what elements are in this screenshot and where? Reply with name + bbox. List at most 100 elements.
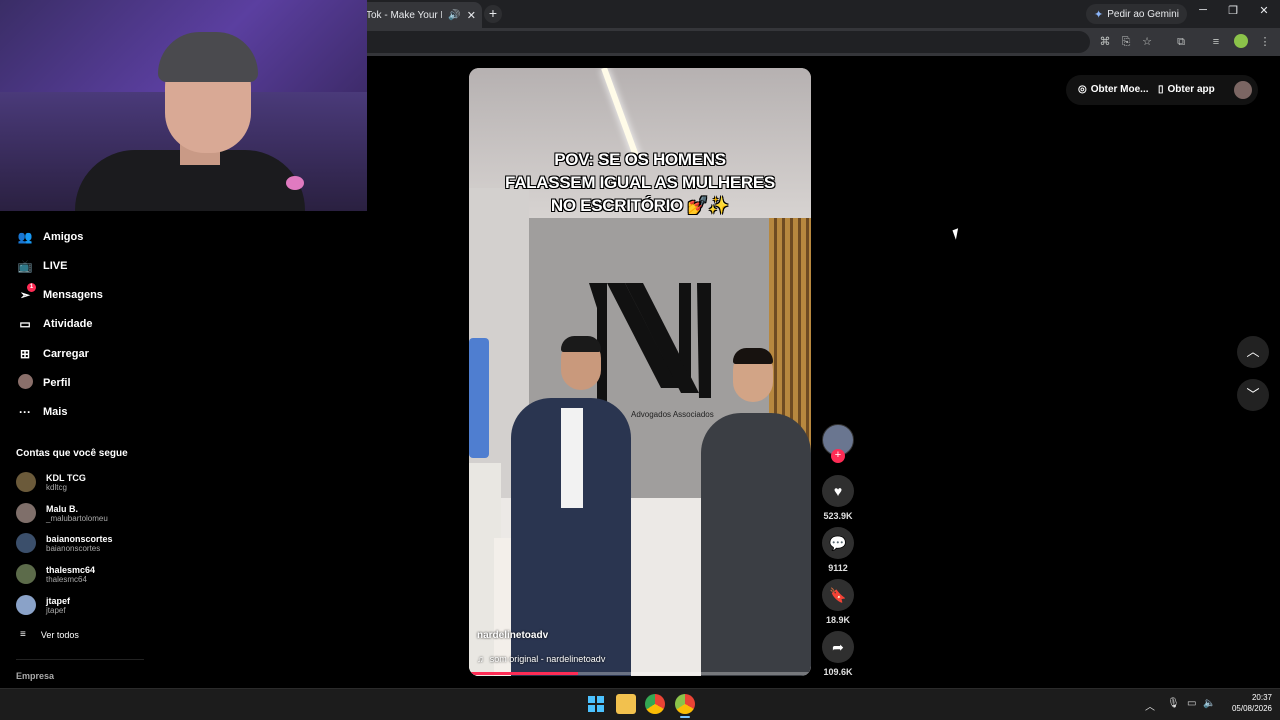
menu-icon[interactable]: ⋮ [1257, 34, 1273, 50]
sidebar-item-label: Amigos [43, 231, 84, 243]
account-name: baianonscortes [46, 533, 113, 544]
get-coins-button[interactable]: ◎ Obter Moe... [1078, 84, 1149, 95]
video-water-jug [469, 338, 489, 458]
share-icon: ➦ [832, 639, 844, 655]
taskbar [0, 688, 1280, 720]
video-person-right-hair [733, 348, 773, 364]
following-account[interactable]: Malu B. _malubartolomeu [16, 501, 108, 525]
save-count: 18.9K [825, 615, 851, 625]
windows-start-icon[interactable] [588, 696, 604, 712]
sidebar-item-label: Mais [43, 406, 68, 418]
volume-icon[interactable]: 🔈 [1203, 698, 1215, 709]
sidebar-item-profile[interactable]: Perfil [16, 373, 71, 393]
clock-time: 20:37 [1251, 693, 1272, 702]
audio-icon[interactable]: 🔊 [448, 10, 460, 21]
messages-badge: 1 [27, 283, 36, 292]
install-icon[interactable]: ⎘ [1118, 34, 1134, 50]
network-icon[interactable]: ▭ [1187, 698, 1196, 709]
comment-count: 9112 [828, 563, 848, 573]
follow-plus-icon[interactable]: + [831, 449, 845, 463]
chrome-profile-icon[interactable] [675, 694, 695, 714]
live-icon: 📺 [17, 259, 33, 273]
extension-avatar-icon[interactable] [1234, 34, 1248, 48]
following-section-title: Contas que você segue [16, 448, 128, 459]
webcam-overlay [0, 0, 367, 211]
address-bar[interactable] [340, 31, 1090, 53]
extensions-icon[interactable]: ⧉ [1173, 34, 1189, 50]
file-explorer-icon[interactable] [616, 694, 636, 714]
gemini-button[interactable]: ✦ Pedir ao Gemini [1086, 4, 1187, 24]
sidebar-item-label: Perfil [43, 377, 71, 389]
restore-icon[interactable]: ❐ [1223, 4, 1243, 17]
get-coins-label: Obter Moe... [1090, 84, 1149, 95]
firm-name-text: Advogados Associados [631, 410, 714, 419]
caption-line: FALASSEM IGUAL AS MULHERES [505, 173, 775, 192]
following-account[interactable]: thalesmc64 thalesmc64 [16, 562, 95, 586]
video-author-link[interactable]: nardelinetoadv [477, 630, 548, 641]
following-account[interactable]: KDL TCG kdltcg [16, 470, 86, 494]
get-app-button[interactable]: ▯ Obter app [1158, 84, 1215, 95]
account-name: Malu B. [46, 503, 79, 514]
user-avatar[interactable] [1234, 81, 1252, 99]
video-person-left-shirt [561, 408, 583, 508]
following-account[interactable]: jtapef jtapef [16, 593, 70, 617]
see-all-button[interactable]: ≡ Ver todos [20, 629, 79, 640]
close-icon[interactable]: ✕ [467, 9, 476, 22]
sidebar-item-upload[interactable]: ⊞ Carregar [16, 344, 89, 364]
share-count: 109.6K [823, 667, 853, 677]
video-progress-bar[interactable] [469, 672, 811, 675]
sidebar-item-messages[interactable]: ➣ 1 Mensagens [16, 283, 103, 305]
account-name: KDL TCG [46, 472, 86, 483]
footer-company-link[interactable]: Empresa [16, 671, 54, 681]
tray-chevron-icon[interactable]: ︿ [1145, 698, 1155, 713]
video-player[interactable]: Advogados Associados POV: SE OS HOMENS F… [469, 68, 811, 676]
sidebar: 👥 Amigos 📺 LIVE ➣ 1 Mensagens ▭ Atividade… [0, 211, 150, 688]
coin-icon: ◎ [1078, 84, 1087, 95]
avatar [16, 472, 36, 492]
star-icon[interactable]: ☆ [1139, 34, 1155, 50]
share-button[interactable]: ➦ [822, 631, 854, 663]
comment-button[interactable]: 💬 [822, 527, 854, 559]
mouse-cursor-icon [952, 228, 962, 240]
account-name: thalesmc64 [46, 564, 96, 575]
get-app-label: Obter app [1167, 84, 1215, 95]
sidebar-item-label: Mensagens [43, 289, 103, 301]
media-icon[interactable]: ≡ [1208, 34, 1224, 50]
chevron-down-icon: ﹀ [1246, 387, 1260, 402]
video-sound-link[interactable]: ♫ som original - nardelinetoadv [477, 654, 605, 664]
next-video-button[interactable]: ﹀ [1237, 379, 1269, 411]
like-button[interactable]: ♥ [822, 475, 854, 507]
messages-icon: ➣ 1 [16, 283, 36, 302]
previous-video-button[interactable]: ︿ [1237, 336, 1269, 368]
system-clock[interactable]: 20:37 05/08/2026 [1222, 692, 1272, 714]
more-icon: ··· [19, 405, 31, 419]
avatar [16, 503, 36, 523]
upload-icon: ⊞ [19, 347, 31, 361]
save-button[interactable]: 🔖 [822, 579, 854, 611]
translate-icon[interactable]: ⌘ [1097, 34, 1113, 50]
new-tab-icon[interactable]: + [484, 5, 502, 23]
sidebar-item-label: Carregar [43, 348, 89, 360]
sidebar-item-activity[interactable]: ▭ Atividade [16, 314, 92, 334]
firm-logo [589, 283, 711, 403]
phone-icon: ▯ [1158, 84, 1164, 95]
tab-title: Tok - Make Your Day [366, 9, 442, 21]
music-note-icon: ♫ [477, 654, 484, 664]
video-caption: POV: SE OS HOMENS FALASSEM IGUAL AS MULH… [469, 148, 811, 217]
sidebar-item-live[interactable]: 📺 LIVE [16, 256, 68, 276]
chrome-icon[interactable] [645, 694, 665, 714]
microphone-icon[interactable]: 🎙 [1167, 698, 1180, 709]
clock-date: 05/08/2026 [1231, 704, 1272, 713]
chevron-up-icon: ︿ [1246, 344, 1260, 359]
window-close-icon[interactable]: ✕ [1254, 4, 1274, 17]
minimize-icon[interactable]: ─ [1193, 4, 1213, 16]
following-account[interactable]: baianonscortes baianonscortes [16, 531, 113, 555]
active-app-indicator [680, 716, 690, 718]
bookmark-icon: 🔖 [829, 587, 847, 603]
sidebar-item-friends[interactable]: 👥 Amigos [16, 227, 84, 247]
account-handle: _malubartolomeu [46, 513, 108, 523]
account-name: jtapef [46, 595, 71, 606]
sound-label: som original - nardelinetoadv [489, 654, 606, 664]
browser-tab[interactable]: Tok - Make Your Day 🔊 ✕ [358, 2, 482, 28]
sidebar-item-more[interactable]: ··· Mais [16, 402, 67, 422]
